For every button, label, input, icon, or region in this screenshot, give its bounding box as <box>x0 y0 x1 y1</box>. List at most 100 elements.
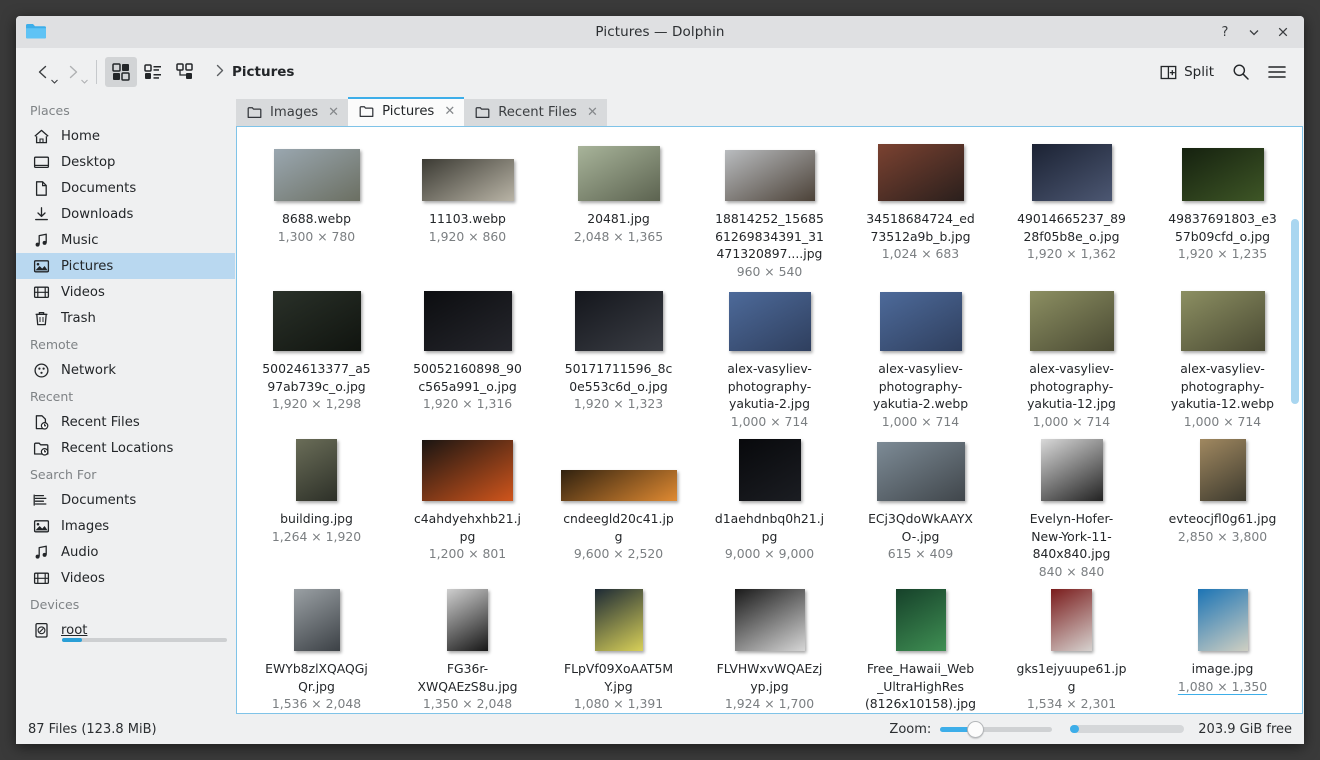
places-group-title: Recent <box>30 389 74 404</box>
file-item[interactable]: building.jpg 1,264 × 1,920 <box>241 435 392 585</box>
sidebar-item-pictures[interactable]: Pictures <box>16 253 235 279</box>
network-icon <box>33 362 50 379</box>
zoom-slider[interactable] <box>940 720 1053 738</box>
file-name: FLpVf09XoAAT5MY.jpg <box>563 661 674 694</box>
file-dimensions: 8,126 × 10,158 <box>872 713 969 714</box>
file-view[interactable]: 8688.webp 1,300 × 780 11103.webp 1,920 × 86… <box>236 126 1303 714</box>
view-mode-icons[interactable] <box>105 57 137 87</box>
file-item[interactable]: cndeegld20c41.jpg 9,600 × 2,520 <box>543 435 694 585</box>
file-item[interactable]: Free_Hawaii_Web_UltraHighRes (8126x10158… <box>845 585 996 713</box>
file-item[interactable]: 11103.webp 1,920 × 860 <box>392 135 543 285</box>
sidebar-item-label: Desktop <box>61 154 116 170</box>
file-item[interactable]: 20481.jpg 2,048 × 1,365 <box>543 135 694 285</box>
breadcrumb-chevron-icon <box>215 64 225 81</box>
file-item[interactable]: 49837691803_e357b09cfd_o.jpg 1,920 × 1,23… <box>1147 135 1298 285</box>
sidebar-item-music[interactable]: Music <box>16 227 235 253</box>
file-item[interactable]: FG36r-XWQAEzS8u.jpg 1,350 × 2,048 <box>392 585 543 713</box>
file-item[interactable]: 50171711596_8c0e553c6d_o.jpg 1,920 × 1,32… <box>543 285 694 435</box>
forward-button[interactable] <box>58 57 88 87</box>
file-item[interactable]: alex-vasyliev-photography-yakutia-12.jpg… <box>996 285 1147 435</box>
tab-images[interactable]: Images ✕ <box>236 99 349 126</box>
file-name: EWYb8zlXQAQGjQr.jpg <box>265 661 368 694</box>
file-name: 50052160898_90c565a991_o.jpg <box>413 361 522 394</box>
search-button[interactable] <box>1228 59 1254 85</box>
file-item[interactable]: FLpVf09XoAAT5MY.jpg 1,080 × 1,391 <box>543 585 694 713</box>
file-item[interactable]: gks1ejyuupe61.jpg 1,534 × 2,301 <box>996 585 1147 713</box>
file-dimensions: 1,080 × 1,391 <box>573 696 664 711</box>
file-item[interactable]: 50052160898_90c565a991_o.jpg 1,920 × 1,31… <box>392 285 543 435</box>
sidebar-item-documents[interactable]: Documents <box>16 487 235 513</box>
breadcrumb-current[interactable]: Pictures <box>232 64 294 80</box>
file-item[interactable]: evteocjfl0g61.jpg 2,850 × 3,800 <box>1147 435 1298 585</box>
split-button[interactable]: Split <box>1156 60 1218 85</box>
file-item[interactable]: 34518684724_ed73512a9b_b.jpg 1,024 × 683 <box>845 135 996 285</box>
file-dimensions: 1,264 × 1,920 <box>271 528 362 544</box>
file-item[interactable]: Evelyn-Hofer-New-York-11-840x840.jpg 840 … <box>996 435 1147 585</box>
file-item[interactable]: 49014665237_8928f05b8e_o.jpg 1,920 × 1,36… <box>996 135 1147 285</box>
tab-close-icon[interactable]: ✕ <box>326 106 339 119</box>
file-item[interactable]: ECj3QdoWkAAYXO-.jpg 615 × 409 <box>845 435 996 585</box>
sidebar-item-trash[interactable]: Trash <box>16 305 235 331</box>
tab-pictures[interactable]: Pictures ✕ <box>348 97 465 126</box>
sidebar-item-network[interactable]: Network <box>16 357 235 383</box>
status-bar: 87 Files (123.8 MiB) Zoom: 203.9 GiB fre… <box>16 714 1304 744</box>
sidebar-item-root[interactable]: root <box>16 617 235 643</box>
file-name: Free_Hawaii_Web_UltraHighRes (8126x10158… <box>864 661 977 711</box>
file-thumbnail <box>422 439 513 501</box>
file-item[interactable]: d1aehdnbq0h21.jpg 9,000 × 9,000 <box>694 435 845 585</box>
sidebar-item-home[interactable]: Home <box>16 123 235 149</box>
document-icon <box>33 180 50 197</box>
close-button[interactable] <box>1270 19 1296 45</box>
view-mode-compact[interactable] <box>137 57 169 87</box>
file-item[interactable]: FLVHWxvWQAEzjyp.jpg 1,924 × 1,700 <box>694 585 845 713</box>
zoom-slider-handle[interactable] <box>967 720 985 738</box>
file-item[interactable]: 8688.webp 1,300 × 780 <box>241 135 392 285</box>
menu-button[interactable] <box>1264 59 1290 85</box>
breadcrumb-bar[interactable]: Pictures <box>201 64 1156 81</box>
sidebar-item-videos[interactable]: Videos <box>16 565 235 591</box>
file-item[interactable]: EWYb8zlXQAQGjQr.jpg 1,536 × 2,048 <box>241 585 392 713</box>
app-folder-icon <box>25 21 47 41</box>
file-dimensions: 1,920 × 1,235 <box>1177 246 1268 261</box>
places-group-title: Search For <box>30 467 97 482</box>
folder-icon <box>359 104 374 119</box>
back-button[interactable] <box>28 57 58 87</box>
file-item[interactable]: c4ahdyehxhb21.jpg 1,200 × 801 <box>392 435 543 585</box>
sidebar-item-audio[interactable]: Audio <box>16 539 235 565</box>
title-bar: Pictures — Dolphin ? <box>16 16 1304 48</box>
tab-bar: Images ✕ Pictures ✕ Recent Files ✕ <box>235 96 1304 126</box>
file-item[interactable]: alex-vasyliev-photography-yakutia-2.webp… <box>845 285 996 435</box>
tab-label: Pictures <box>382 104 435 119</box>
file-dimensions: 1,000 × 714 <box>1032 413 1111 429</box>
sidebar-item-desktop[interactable]: Desktop <box>16 149 235 175</box>
file-thumbnail <box>1197 589 1248 651</box>
file-item[interactable]: 18814252_1568561269834391_31471320897...… <box>694 135 845 285</box>
file-thumbnail <box>272 289 361 351</box>
trash-icon <box>33 310 50 327</box>
vertical-scrollbar[interactable] <box>1291 219 1299 404</box>
help-button[interactable]: ? <box>1212 19 1238 45</box>
capacity-bar-track <box>1070 725 1185 733</box>
tab-close-icon[interactable]: ✕ <box>585 106 598 119</box>
capacity-bar[interactable] <box>1070 721 1185 737</box>
view-mode-details[interactable] <box>169 57 201 87</box>
sidebar-item-videos[interactable]: Videos <box>16 279 235 305</box>
sidebar-item-images[interactable]: Images <box>16 513 235 539</box>
document-search-icon <box>33 492 50 509</box>
sidebar-item-recent-files[interactable]: Recent Files <box>16 409 235 435</box>
tab-close-icon[interactable]: ✕ <box>442 105 455 118</box>
file-item[interactable]: 50024613377_a597ab739c_o.jpg 1,920 × 1,29… <box>241 285 392 435</box>
sidebar-item-documents[interactable]: Documents <box>16 175 235 201</box>
file-dimensions: 9,600 × 2,520 <box>573 546 664 561</box>
sidebar-item-downloads[interactable]: Downloads <box>16 201 235 227</box>
file-item[interactable]: alex-vasyliev-photography-yakutia-2.jpg 1… <box>694 285 845 435</box>
sidebar-item-recent-locations[interactable]: Recent Locations <box>16 435 235 461</box>
minimize-button[interactable] <box>1241 19 1267 45</box>
details-view-icon <box>176 63 193 79</box>
tab-recent-files[interactable]: Recent Files ✕ <box>464 99 607 126</box>
file-name: building.jpg <box>280 511 353 526</box>
file-item[interactable]: image.jpg 1,080 × 1,350 <box>1147 585 1298 713</box>
forward-dropdown-icon[interactable] <box>80 78 89 85</box>
file-name: gks1ejyuupe61.jpg <box>1016 661 1127 694</box>
file-item[interactable]: alex-vasyliev-photography-yakutia-12.web… <box>1147 285 1298 435</box>
